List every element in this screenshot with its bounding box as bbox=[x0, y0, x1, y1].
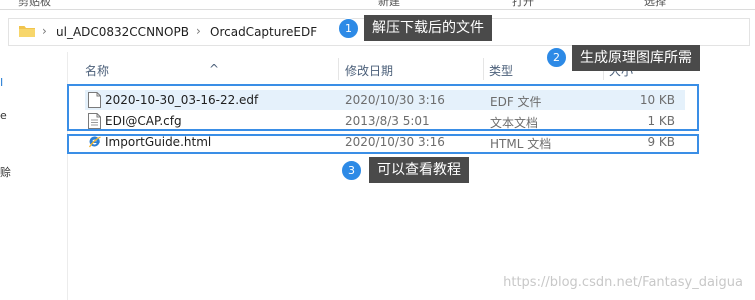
annotation-callout-3: 可以查看教程 bbox=[369, 157, 469, 183]
watermark-text: https://blog.csdn.net/Fantasy_daigua bbox=[503, 275, 743, 290]
ribbon-clipboard-label: 剪贴板 bbox=[18, 0, 51, 8]
column-divider[interactable] bbox=[483, 58, 484, 80]
annotation-callout-1: 解压下载后的文件 bbox=[364, 15, 492, 41]
nav-item-3[interactable]: 赊 bbox=[0, 164, 11, 180]
column-divider[interactable] bbox=[338, 58, 339, 80]
annotation-badge-1: 1 bbox=[338, 18, 359, 39]
breadcrumb-separator-icon: › bbox=[196, 24, 201, 38]
nav-item-1[interactable]: I bbox=[0, 76, 3, 89]
ribbon-group-labels: 剪贴板 新建 打开 选择 bbox=[0, 0, 755, 10]
ribbon-new-label: 新建 bbox=[378, 0, 400, 8]
navigation-pane: I e 赊 bbox=[0, 52, 68, 300]
breadcrumb-segment-1[interactable]: ul_ADC0832CCNNOPB bbox=[56, 25, 189, 39]
column-header-name[interactable]: 名称 bbox=[85, 62, 109, 79]
breadcrumb-separator-icon: › bbox=[42, 24, 47, 38]
highlight-box-required-files bbox=[67, 84, 699, 131]
folder-icon bbox=[19, 26, 35, 37]
highlight-box-tutorial bbox=[67, 134, 699, 154]
breadcrumb-segment-2[interactable]: OrcadCaptureEDF bbox=[210, 25, 317, 39]
nav-item-2[interactable]: e bbox=[0, 109, 7, 122]
annotation-callout-2: 生成原理图库所需 bbox=[572, 45, 700, 71]
annotation-badge-3: 3 bbox=[341, 160, 362, 181]
sort-ascending-icon: ^ bbox=[209, 62, 220, 76]
annotation-badge-2: 2 bbox=[546, 47, 567, 68]
ribbon-select-label: 选择 bbox=[644, 0, 666, 8]
ribbon-open-label: 打开 bbox=[512, 0, 534, 8]
column-header-type[interactable]: 类型 bbox=[489, 62, 513, 79]
column-header-date[interactable]: 修改日期 bbox=[345, 62, 393, 79]
